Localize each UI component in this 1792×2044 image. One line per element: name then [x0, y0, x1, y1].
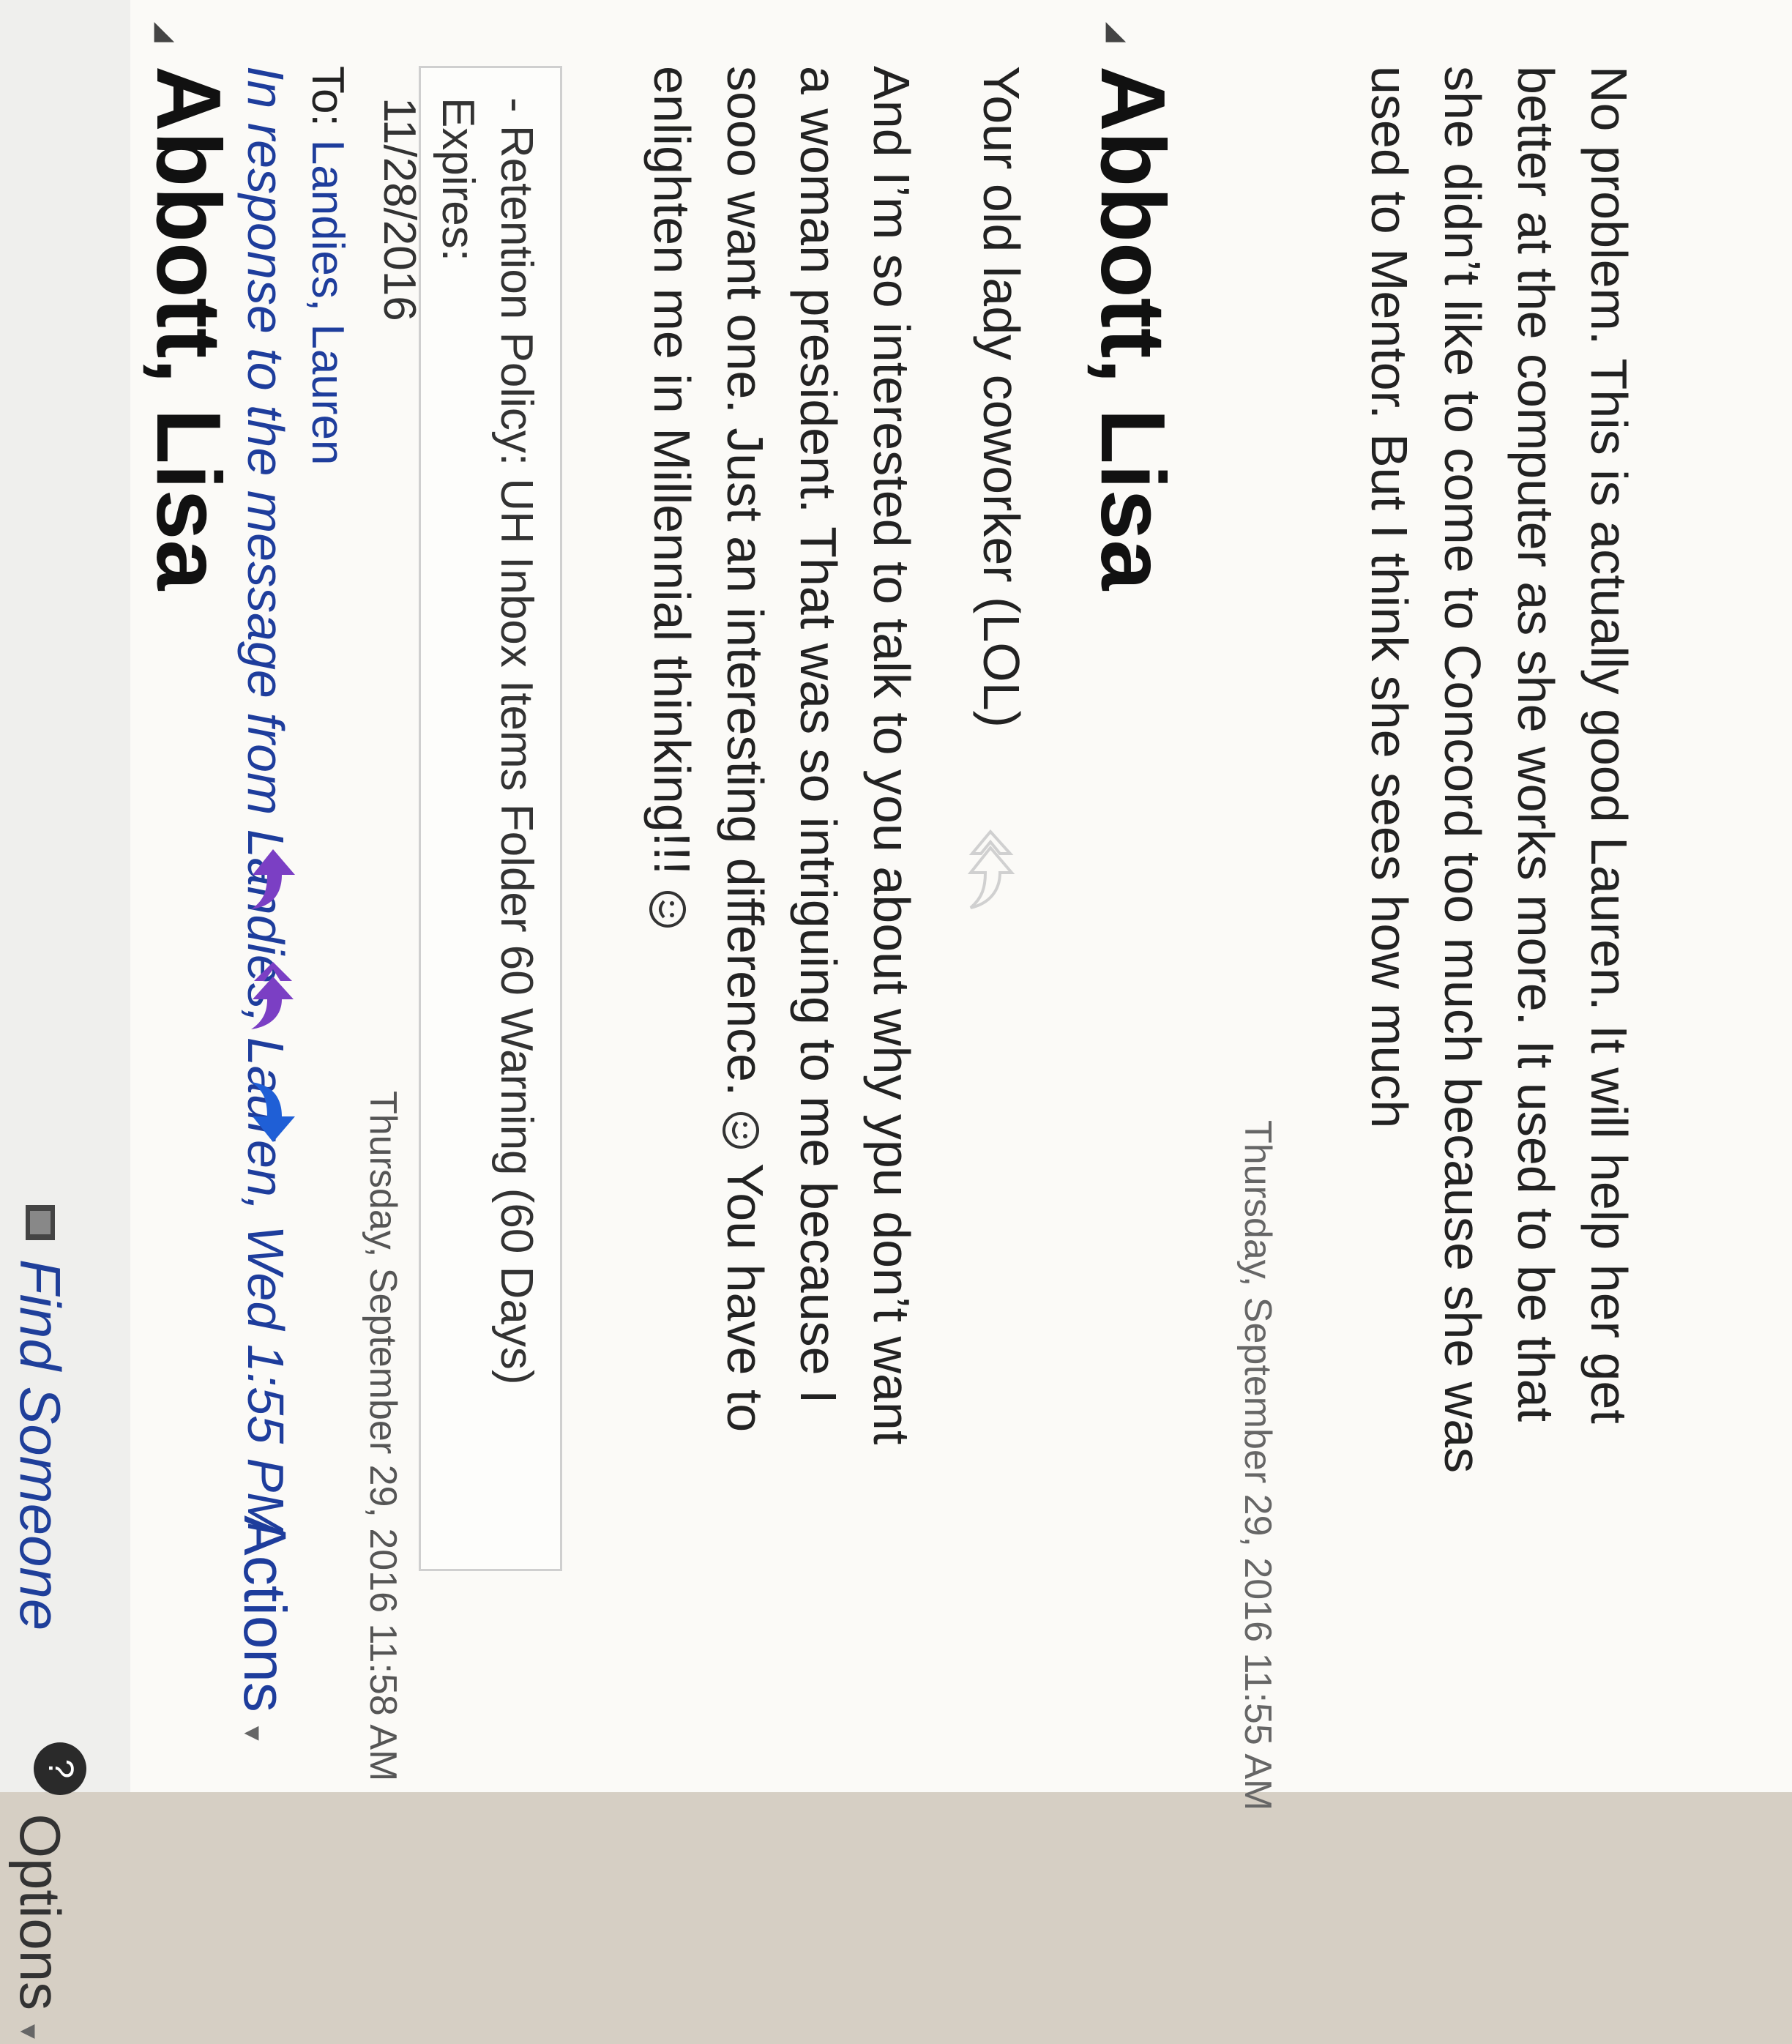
- body-line: No problem. This is actually good Lauren…: [1580, 66, 1638, 1424]
- options-label: Options: [8, 1813, 73, 2011]
- forward-icon[interactable]: [236, 1076, 310, 1149]
- reply-all-icon[interactable]: [236, 959, 310, 1032]
- actions-label: Actions: [231, 1515, 298, 1712]
- body-line: a woman president. That was so intriguin…: [790, 66, 847, 1404]
- body-line: better at the computer as she works more…: [1507, 66, 1564, 1422]
- body-line: she didn’t like to come to Concord too m…: [1434, 66, 1491, 1474]
- body-line: used to Mentor. But I think she sees how…: [1361, 66, 1418, 1129]
- body-line: sooo want one. Just an interesting diffe…: [709, 66, 782, 1603]
- body-line-text: enlighten me in Millennial thinking!!!: [643, 66, 701, 876]
- find-person-icon[interactable]: [18, 1201, 62, 1245]
- chevron-down-icon: ▼: [15, 2019, 43, 2044]
- retention-line: - Retention Policy: UH Inbox Items Folde…: [433, 97, 542, 1385]
- collapse-triangle-icon[interactable]: ◢: [1102, 22, 1133, 42]
- message-actions: [233, 842, 313, 1149]
- message-body: And I’m so interested to talk to you abo…: [635, 66, 928, 1603]
- chevron-down-icon: ▼: [239, 1720, 266, 1746]
- find-someone-link[interactable]: Find Someone: [7, 1259, 74, 1630]
- body-line-text: sooo want one. Just an interesting diffe…: [717, 66, 774, 1097]
- retention-line: 11/28/2016: [374, 97, 425, 321]
- reply-icon[interactable]: [236, 842, 310, 915]
- message-body: No problem. This is actually good Lauren…: [1353, 66, 1646, 1603]
- options-menu[interactable]: Options ▼: [7, 1813, 74, 2043]
- to-line: To: Landies, Lauren: [302, 66, 354, 465]
- retention-policy-box: - Retention Policy: UH Inbox Items Folde…: [374, 66, 562, 1571]
- email-reading-pane: Find Someone Options ▼ ? ◢ Abbott, Lisa I…: [0, 0, 1792, 2044]
- message-timestamp: Thursday, September 29, 2016 11:55 AM: [1236, 1120, 1279, 1811]
- in-response-link[interactable]: In response to the message from Landies,…: [236, 66, 295, 1535]
- smiley-icon: [723, 1111, 760, 1149]
- message-sender: Abbott, Lisa: [138, 66, 239, 591]
- actions-menu[interactable]: Actions ▼: [230, 1515, 299, 1746]
- collapse-triangle-icon[interactable]: ◢: [151, 22, 182, 42]
- reply-all-icon[interactable]: [957, 827, 1023, 915]
- to-label: To:: [302, 66, 353, 127]
- body-line: enlighten me in Millennial thinking!!!: [635, 66, 709, 1603]
- recipient-link[interactable]: Landies, Lauren: [302, 140, 353, 466]
- help-icon[interactable]: ?: [34, 1742, 86, 1795]
- body-line-text: You have to: [717, 1163, 774, 1433]
- retention-policy-text: - Retention Policy: UH Inbox Items Folde…: [370, 97, 545, 1547]
- smiley-icon: [649, 890, 687, 928]
- body-line: And I’m so interested to talk to you abo…: [863, 66, 920, 1445]
- message-sender: Abbott, Lisa: [1082, 66, 1183, 591]
